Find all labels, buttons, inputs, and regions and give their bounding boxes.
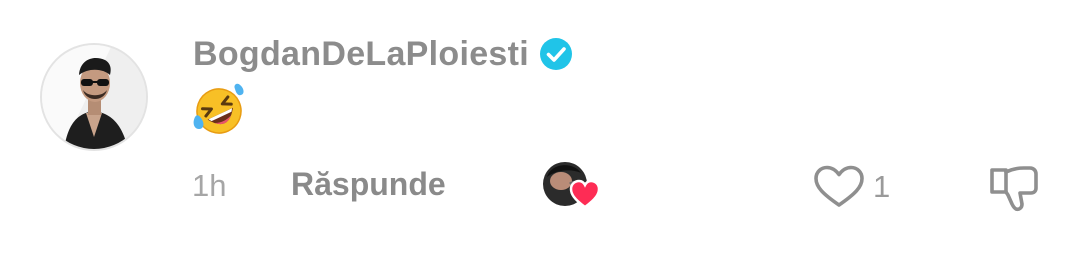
timestamp: 1h bbox=[192, 168, 227, 203]
rolling-on-floor-laughing-emoji-icon bbox=[193, 83, 244, 134]
avatar-photo bbox=[42, 45, 146, 149]
username-row: BogdanDeLaPloiesti bbox=[193, 30, 573, 78]
username[interactable]: BogdanDeLaPloiesti bbox=[193, 35, 529, 74]
reply-button[interactable]: Răspunde bbox=[291, 166, 446, 203]
dislike-button[interactable] bbox=[988, 164, 1040, 212]
thumbs-down-icon bbox=[990, 166, 1038, 212]
like-count: 1 bbox=[873, 169, 891, 204]
verified-check-icon bbox=[539, 37, 573, 71]
comment-text: 🤣 bbox=[191, 83, 247, 139]
avatar[interactable] bbox=[40, 43, 148, 151]
creator-liked-badge bbox=[543, 159, 603, 209]
heart-outline-icon bbox=[814, 165, 864, 207]
comment-actions: 1h Răspunde 1 bbox=[0, 162, 1080, 212]
like-button[interactable]: 1 bbox=[813, 165, 890, 209]
